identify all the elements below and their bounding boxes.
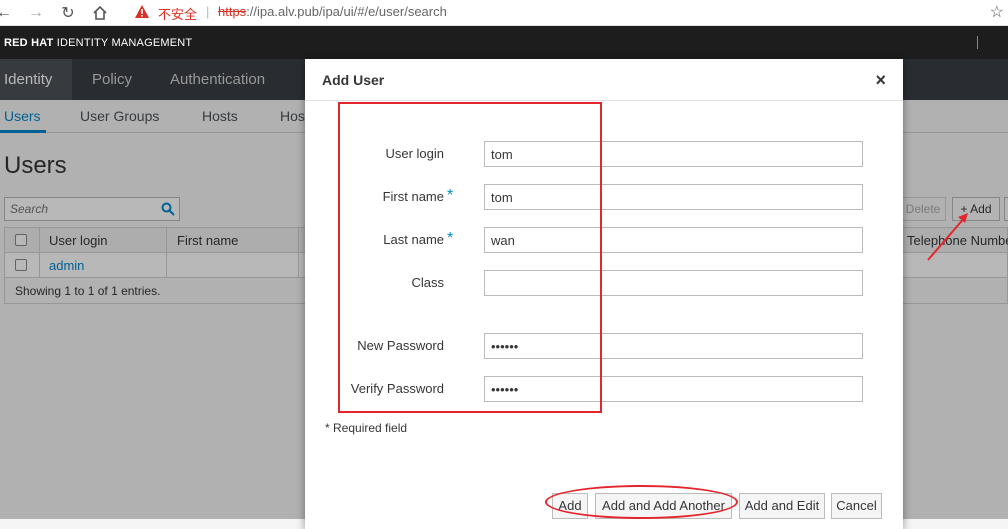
- home-icon[interactable]: [90, 3, 110, 23]
- annotation-highlight-ellipse: [545, 485, 738, 519]
- cancel-button[interactable]: Cancel: [831, 493, 882, 519]
- dialog-title: Add User: [322, 72, 385, 88]
- star-icon[interactable]: ☆: [990, 2, 1004, 22]
- back-icon[interactable]: ←: [0, 3, 14, 23]
- dialog-header: Add User ×: [305, 59, 903, 101]
- forward-icon[interactable]: →: [26, 3, 46, 23]
- add-and-edit-button[interactable]: Add and Edit: [739, 493, 825, 519]
- reload-icon[interactable]: ↻: [58, 3, 78, 23]
- brand-logo: RED HAT IDENTITY MANAGEMENT: [4, 37, 192, 49]
- required-field-note: * Required field: [325, 421, 408, 435]
- url-separator: |: [206, 4, 210, 19]
- brand-bold: RED HAT: [4, 37, 54, 49]
- warning-icon[interactable]: [134, 4, 150, 20]
- brand-light: IDENTITY MANAGEMENT: [53, 37, 193, 49]
- annotation-arrow-icon: [927, 213, 968, 261]
- browser-toolbar: ← → ↻ 不安全 | https://ipa.alv.pub/ipa/ui/#…: [0, 0, 1008, 26]
- close-icon[interactable]: ×: [875, 71, 886, 89]
- annotation-highlight-box: [338, 102, 602, 413]
- url-path: ://ipa.alv.pub/ipa/ui/#/e/user/search: [246, 4, 447, 19]
- security-label[interactable]: 不安全: [158, 4, 197, 23]
- address-bar[interactable]: https://ipa.alv.pub/ipa/ui/#/e/user/sear…: [218, 4, 447, 19]
- masthead-divider: [977, 36, 978, 49]
- url-scheme: https: [218, 4, 247, 19]
- masthead: RED HAT IDENTITY MANAGEMENT: [0, 26, 1008, 59]
